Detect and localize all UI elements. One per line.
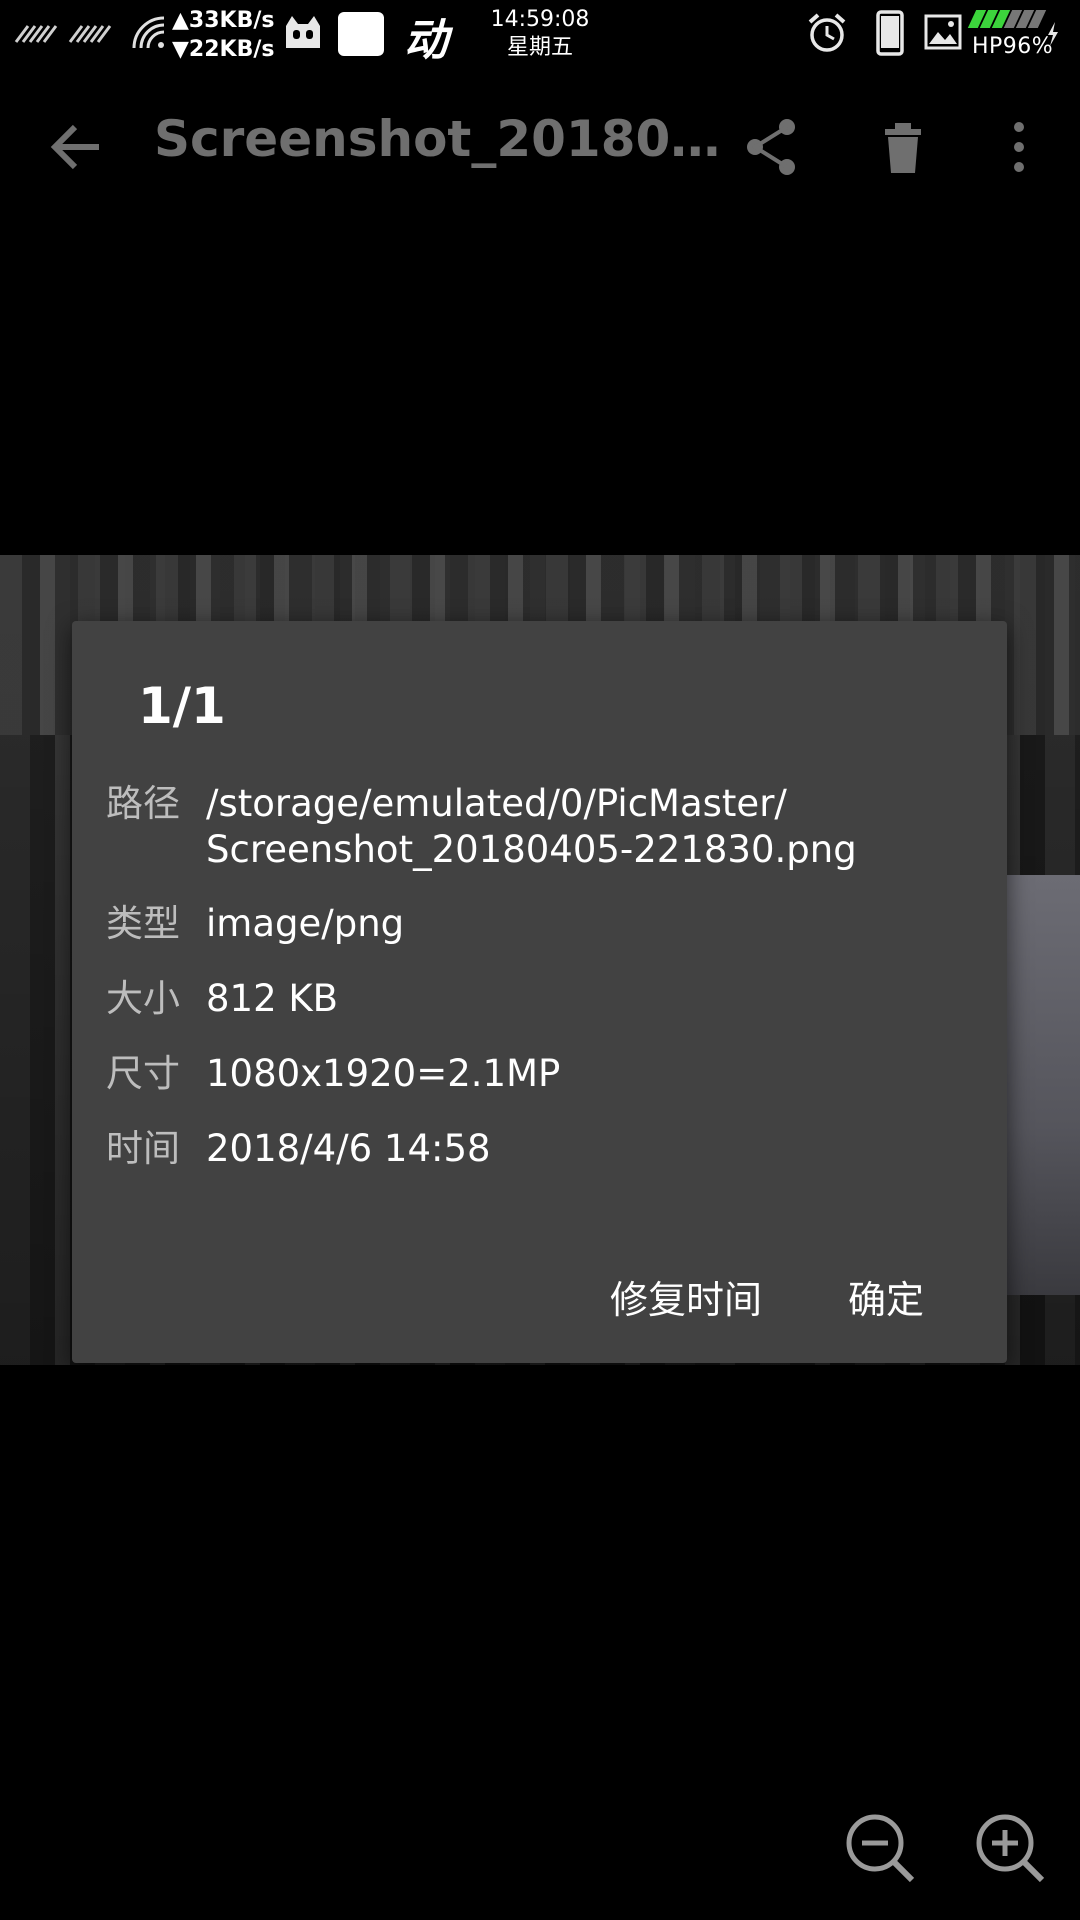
upload-speed: ▲33KB/s (172, 8, 275, 33)
zoom-out-button[interactable] (840, 1808, 920, 1888)
clock-time: 14:59:08 (490, 7, 590, 32)
path-line-1: /storage/emulated/0/PicMaster/ (206, 782, 787, 825)
info-label: 大小 (106, 977, 180, 1020)
info-row-time: 时间 2018/4/6 14:58 (106, 1126, 491, 1172)
info-label: 时间 (106, 1127, 180, 1170)
info-value-time: 2018/4/6 14:58 (206, 1127, 491, 1170)
delete-icon (885, 123, 921, 173)
download-speed: ▼22KB/s (172, 37, 275, 62)
delete-button[interactable] (868, 112, 938, 182)
phone-icon (876, 10, 904, 60)
status-clock: 14:59:08 星期五 (480, 6, 600, 62)
status-bar: ▲33KB/s ▼22KB/s 动 14:59:08 星期五 HP96% (0, 0, 1080, 70)
zoom-in-button[interactable] (970, 1808, 1050, 1888)
info-row-type: 类型 image/png (106, 901, 404, 947)
info-row-path: 路径 /storage/emulated/0/PicMaster/ Screen… (106, 781, 857, 873)
network-speed: ▲33KB/s ▼22KB/s (172, 6, 274, 64)
ok-button[interactable]: 确定 (836, 1261, 936, 1331)
info-value-path: /storage/emulated/0/PicMaster/ Screensho… (206, 781, 857, 873)
share-button[interactable] (736, 112, 806, 182)
path-line-2: Screenshot_20180405-221830.png (206, 828, 857, 871)
alarm-icon (806, 12, 848, 58)
fix-time-button[interactable]: 修复时间 (598, 1261, 774, 1331)
info-label: 类型 (106, 902, 180, 945)
toolbar-title: Screenshot_20180… (154, 110, 721, 168)
back-button[interactable] (42, 112, 112, 182)
notification-icon (338, 12, 384, 56)
zoom-in-icon (976, 1814, 1045, 1883)
info-label: 路径 (106, 782, 180, 825)
image-icon (924, 14, 962, 54)
more-vert-icon (1014, 122, 1024, 172)
dialog-title: 1/1 (138, 677, 226, 735)
signal-icon (14, 22, 124, 50)
wifi-icon (130, 14, 168, 56)
zoom-out-icon (846, 1814, 915, 1883)
info-value-dimensions: 1080x1920=2.1MP (206, 1052, 561, 1095)
info-row-dimensions: 尺寸 1080x1920=2.1MP (106, 1051, 560, 1097)
share-icon (747, 119, 795, 175)
info-value-type: image/png (206, 902, 405, 945)
clock-weekday: 星期五 (506, 35, 573, 60)
app-glyph: 动 (404, 15, 448, 66)
info-label: 尺寸 (106, 1052, 180, 1095)
info-row-size: 大小 812 KB (106, 976, 338, 1022)
back-arrow-icon (50, 124, 99, 170)
more-options-button[interactable] (984, 112, 1054, 182)
charging-icon (1046, 22, 1060, 50)
info-value-size: 812 KB (206, 977, 339, 1020)
ghost-icon (282, 14, 324, 56)
details-dialog: 1/1 路径 /storage/emulated/0/PicMaster/ Sc… (72, 621, 1007, 1363)
toolbar: Screenshot_20180… (0, 100, 1080, 190)
